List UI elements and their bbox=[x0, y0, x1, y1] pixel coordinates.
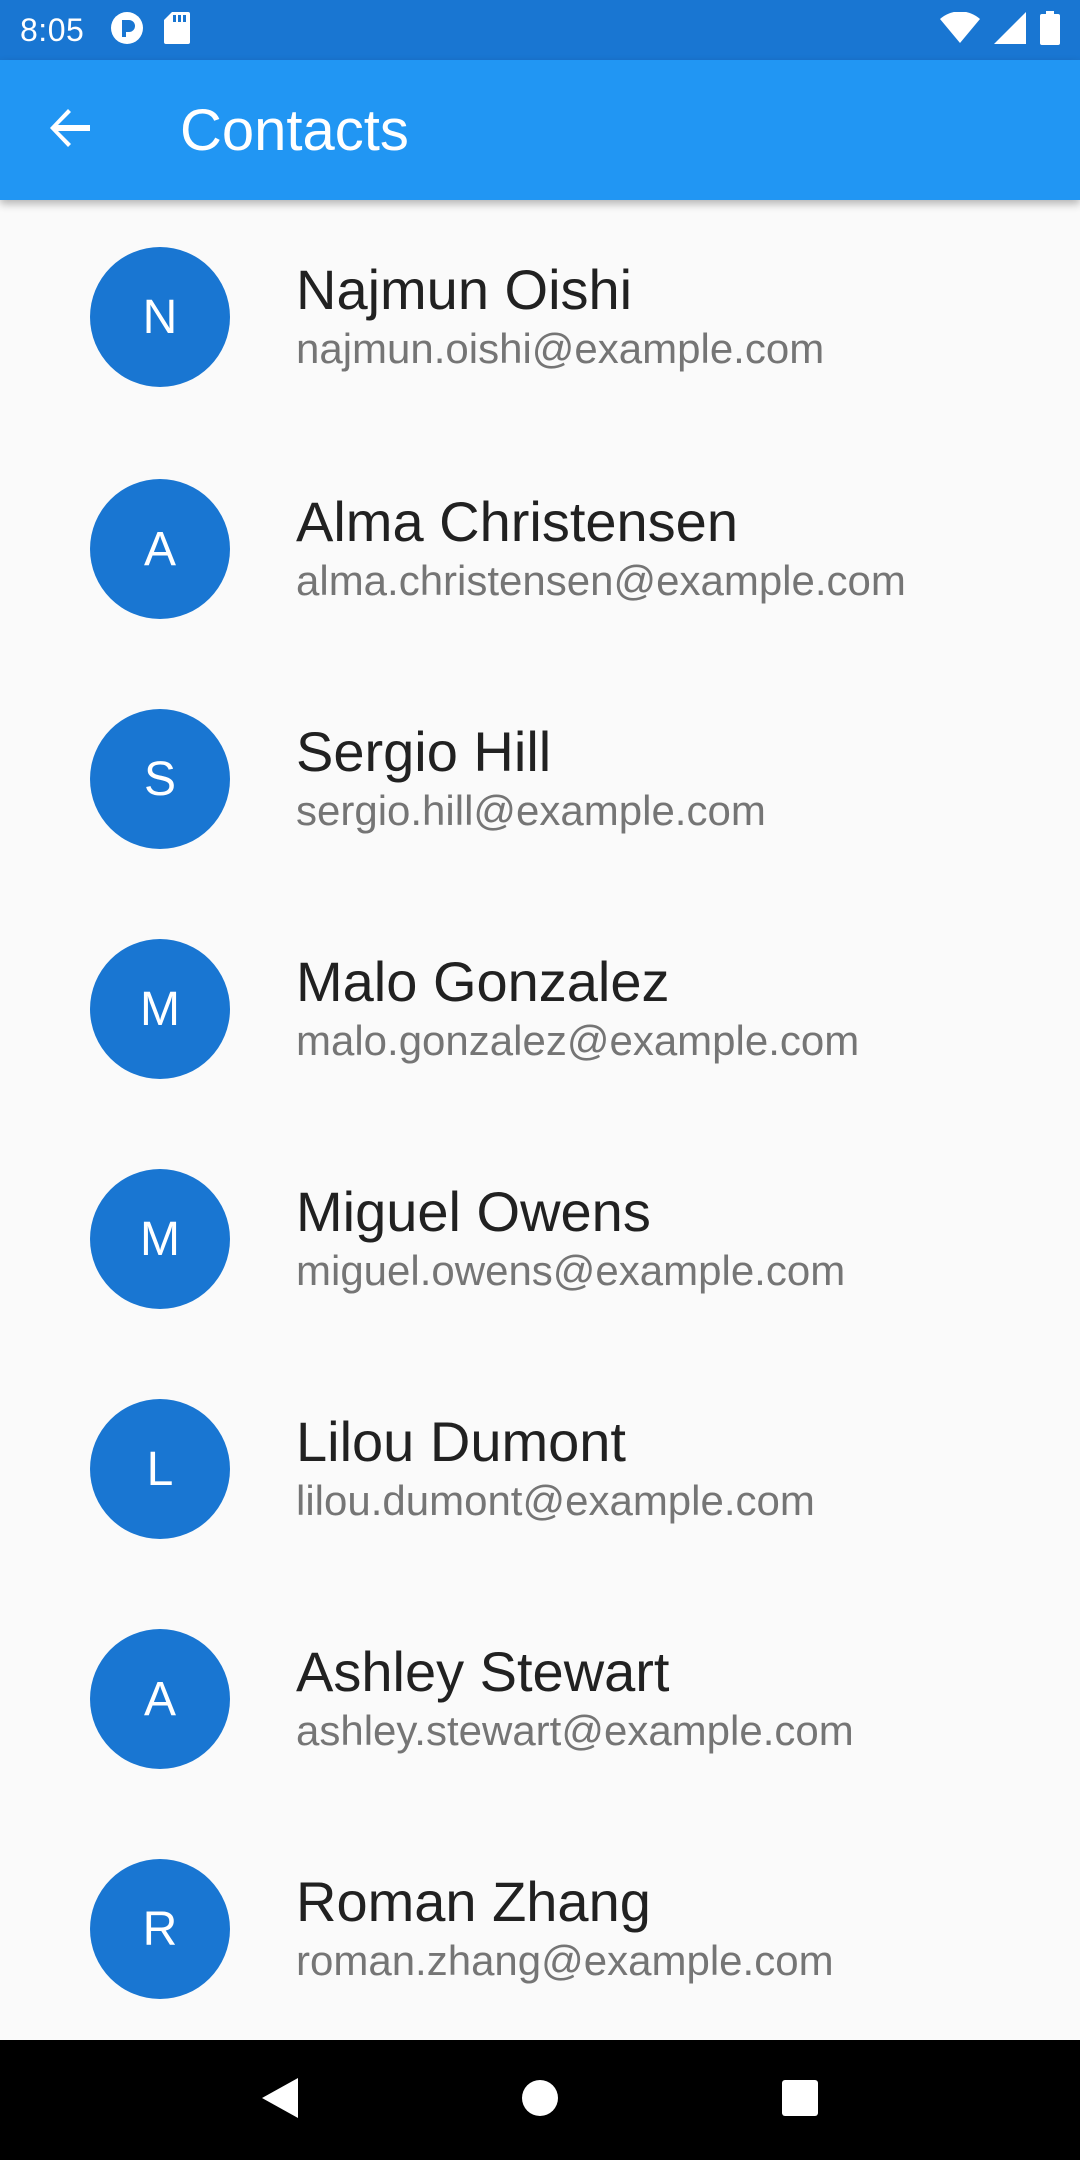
app-bar: Contacts bbox=[0, 60, 1080, 200]
arrow-back-icon bbox=[48, 106, 92, 155]
system-nav-bar bbox=[0, 2040, 1080, 2160]
contact-list-item[interactable]: A Alma Christensen alma.christensen@exam… bbox=[0, 434, 1080, 664]
contact-list-item[interactable]: M Malo Gonzalez malo.gonzalez@example.co… bbox=[0, 894, 1080, 1124]
avatar: L bbox=[90, 1399, 230, 1539]
contact-text: Miguel Owens miguel.owens@example.com bbox=[296, 1180, 845, 1298]
wifi-icon bbox=[940, 10, 980, 49]
contact-name: Miguel Owens bbox=[296, 1180, 651, 1243]
status-right-icons bbox=[940, 10, 1060, 50]
avatar: N bbox=[90, 247, 230, 387]
contact-text: Najmun Oishi najmun.oishi@example.com bbox=[296, 258, 824, 376]
contact-list-item[interactable]: M Miguel Owens miguel.owens@example.com bbox=[0, 1124, 1080, 1354]
nav-recents-button[interactable] bbox=[760, 2060, 840, 2140]
contact-text: Malo Gonzalez malo.gonzalez@example.com bbox=[296, 950, 859, 1068]
contact-email: najmun.oishi@example.com bbox=[296, 325, 825, 372]
contact-name: Lilou Dumont bbox=[296, 1410, 626, 1473]
contact-text: Roman Zhang roman.zhang@example.com bbox=[296, 1870, 834, 1988]
nav-home-button[interactable] bbox=[500, 2060, 580, 2140]
contact-text: Sergio Hill sergio.hill@example.com bbox=[296, 720, 766, 838]
contact-email: lilou.dumont@example.com bbox=[296, 1477, 815, 1524]
contact-name: Roman Zhang bbox=[296, 1870, 651, 1933]
cell-signal-icon bbox=[994, 11, 1026, 49]
avatar: S bbox=[90, 709, 230, 849]
nav-back-button[interactable] bbox=[240, 2060, 320, 2140]
battery-icon bbox=[1040, 10, 1060, 50]
contact-name: Malo Gonzalez bbox=[296, 950, 670, 1013]
contact-email: sergio.hill@example.com bbox=[296, 787, 766, 834]
contact-list: N Najmun Oishi najmun.oishi@example.com … bbox=[0, 200, 1080, 2044]
contact-list-item[interactable]: S Sergio Hill sergio.hill@example.com bbox=[0, 664, 1080, 894]
sd-card-icon bbox=[164, 11, 191, 49]
contact-text: Alma Christensen alma.christensen@exampl… bbox=[296, 490, 906, 608]
notification-app-icon bbox=[110, 11, 144, 50]
contact-text: Lilou Dumont lilou.dumont@example.com bbox=[296, 1410, 815, 1528]
status-left-icons bbox=[110, 11, 191, 50]
status-time: 8:05 bbox=[20, 11, 85, 48]
contact-list-item[interactable]: L Lilou Dumont lilou.dumont@example.com bbox=[0, 1354, 1080, 1584]
contact-list-item[interactable]: R Roman Zhang roman.zhang@example.com bbox=[0, 1814, 1080, 2044]
back-button[interactable] bbox=[0, 60, 140, 200]
contact-email: alma.christensen@example.com bbox=[296, 557, 906, 604]
contact-name: Ashley Stewart bbox=[296, 1640, 670, 1703]
contact-name: Najmun Oishi bbox=[296, 258, 633, 321]
contact-email: roman.zhang@example.com bbox=[296, 1937, 834, 1984]
avatar: M bbox=[90, 1169, 230, 1309]
recents-square-icon bbox=[781, 2079, 819, 2122]
contact-text: Ashley Stewart ashley.stewart@example.co… bbox=[296, 1640, 854, 1758]
avatar: R bbox=[90, 1859, 230, 1999]
home-circle-icon bbox=[520, 2078, 560, 2123]
avatar: A bbox=[90, 1629, 230, 1769]
status-bar: 8:05 bbox=[0, 0, 1080, 60]
contact-list-item[interactable]: A Ashley Stewart ashley.stewart@example.… bbox=[0, 1584, 1080, 1814]
contact-email: miguel.owens@example.com bbox=[296, 1247, 846, 1294]
back-triangle-icon bbox=[260, 2076, 300, 2125]
avatar: M bbox=[90, 939, 230, 1079]
contact-name: Alma Christensen bbox=[296, 490, 738, 553]
page-title: Contacts bbox=[180, 97, 409, 163]
contact-list-item[interactable]: N Najmun Oishi najmun.oishi@example.com bbox=[0, 200, 1080, 434]
contact-email: malo.gonzalez@example.com bbox=[296, 1017, 860, 1064]
contact-email: ashley.stewart@example.com bbox=[296, 1707, 854, 1754]
contact-name: Sergio Hill bbox=[296, 720, 552, 783]
avatar: A bbox=[90, 479, 230, 619]
